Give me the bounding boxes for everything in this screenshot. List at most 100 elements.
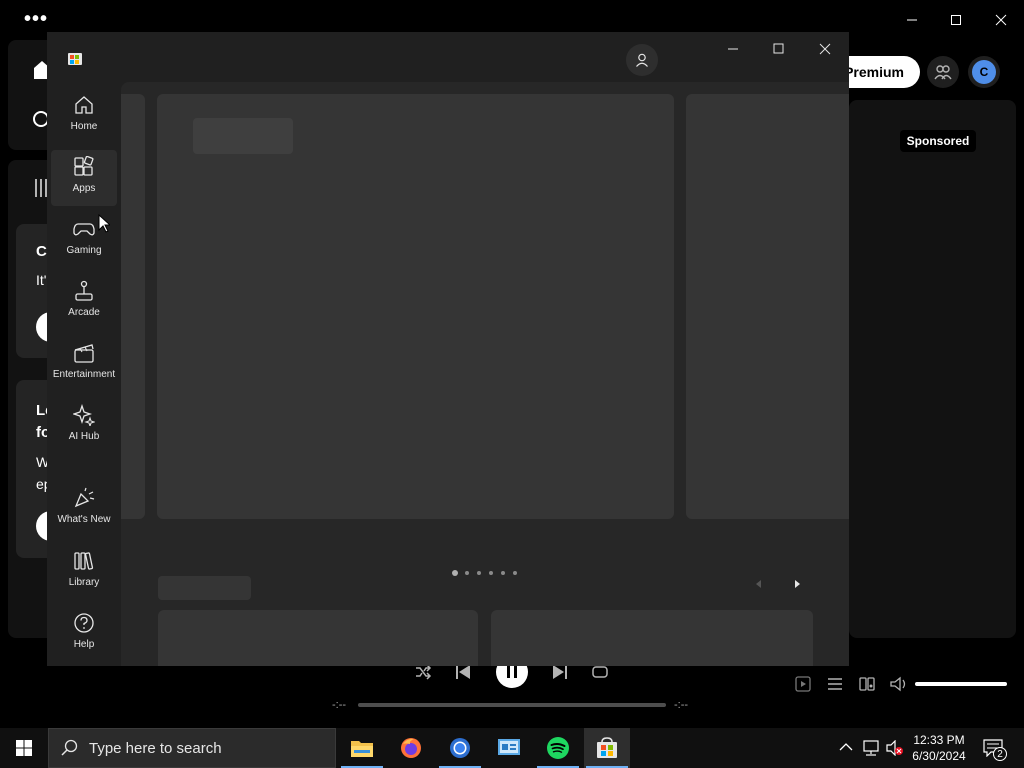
hero-card-previous[interactable] [121, 94, 145, 519]
card-title: C [36, 243, 47, 260]
hero-title-placeholder [193, 118, 293, 154]
app-card-placeholder[interactable] [491, 610, 813, 666]
taskbar-app-spotify[interactable] [535, 728, 581, 768]
library-icon [74, 552, 94, 570]
apps-icon [74, 156, 94, 176]
chrome-icon [450, 738, 470, 758]
sparkle-icon [73, 404, 95, 426]
nav-label: Library [68, 577, 100, 588]
speaker-muted-icon[interactable] [886, 740, 904, 756]
now-playing-view-icon[interactable] [795, 676, 811, 692]
notification-center-button[interactable]: 2 [983, 739, 1007, 761]
hero-card-next[interactable] [686, 94, 849, 519]
clapperboard-icon [74, 344, 94, 363]
help-icon [74, 613, 94, 633]
nav-item-home[interactable]: Home [51, 88, 117, 144]
person-icon [636, 53, 648, 67]
carousel-dot[interactable] [501, 571, 505, 575]
queue-icon[interactable] [827, 676, 843, 692]
nav-label: Apps [72, 183, 96, 194]
taskbar-app-firefox[interactable] [388, 728, 434, 768]
section-title-placeholder [158, 576, 251, 600]
friend-activity-button[interactable] [927, 56, 959, 88]
joystick-icon [75, 280, 93, 301]
nav-label: Gaming [66, 245, 102, 256]
carousel-dot[interactable] [452, 570, 458, 576]
party-popper-icon [74, 487, 95, 508]
connect-device-icon[interactable] [859, 676, 875, 692]
library-icon[interactable] [34, 177, 48, 199]
taskbar-app-chrome[interactable] [437, 728, 483, 768]
clock-date: 6/30/2024 [912, 749, 966, 763]
close-icon[interactable] [987, 8, 1015, 32]
nav-label: Entertainment [52, 369, 116, 380]
nav-item-library[interactable]: Library [51, 544, 117, 600]
maximize-icon[interactable] [773, 43, 785, 55]
carousel-dot[interactable] [477, 571, 481, 575]
taskbar-clock[interactable]: 12:33 PM 6/30/2024 [906, 732, 972, 764]
more-options-icon[interactable]: ••• [24, 9, 48, 29]
minimize-icon[interactable] [727, 44, 739, 56]
store-logo-icon [67, 50, 83, 66]
title-bar [47, 32, 849, 82]
clock-time: 12:33 PM [913, 733, 965, 747]
firefox-icon [401, 738, 421, 758]
control-panel-icon [498, 739, 520, 755]
gamepad-icon [73, 223, 95, 236]
elapsed-time: -:-- [332, 699, 347, 711]
card-subtitle: It' [36, 272, 47, 288]
taskbar-search-box[interactable]: Type here to search [48, 728, 336, 768]
search-placeholder: Type here to search [89, 739, 222, 757]
nav-label: Help [73, 639, 95, 650]
home-icon [75, 96, 93, 114]
minimize-icon[interactable] [898, 8, 926, 32]
previous-icon[interactable] [455, 664, 471, 680]
account-button[interactable] [626, 44, 658, 76]
nav-item-entertainment[interactable]: Entertainment [51, 336, 117, 392]
nav-item-whats-new[interactable]: What's New [51, 481, 117, 537]
nav-rail: Home Apps Gaming Arcade Entertainment AI… [47, 82, 121, 666]
nav-label: AI Hub [68, 431, 100, 442]
network-icon[interactable] [862, 740, 880, 756]
carousel-dot[interactable] [489, 571, 493, 575]
volume-slider[interactable] [915, 682, 1007, 686]
taskbar-app-microsoft-store[interactable] [584, 728, 630, 768]
nav-item-help[interactable]: Help [51, 606, 117, 662]
tray-overflow-chevron-icon[interactable] [839, 742, 853, 752]
taskbar-app-control-panel[interactable] [486, 728, 532, 768]
carousel-dot[interactable] [513, 571, 517, 575]
microsoft-store-window: Home Apps Gaming Arcade Entertainment AI… [47, 32, 849, 666]
windows-start-icon[interactable] [16, 740, 32, 756]
sponsored-badge: Sponsored [900, 130, 976, 152]
nav-item-apps[interactable]: Apps [51, 150, 117, 206]
app-card-placeholder[interactable] [158, 610, 478, 666]
main-content [121, 82, 849, 666]
carousel-dot[interactable] [465, 571, 469, 575]
close-icon[interactable] [819, 43, 831, 55]
file-explorer-icon [351, 741, 373, 757]
hero-card[interactable] [157, 94, 674, 519]
spotify-icon [547, 737, 569, 759]
nav-label: What's New [57, 514, 111, 525]
repeat-icon[interactable] [591, 664, 609, 680]
maximize-icon[interactable] [942, 8, 970, 32]
scroll-right-icon[interactable] [794, 579, 802, 589]
main-panel [849, 100, 1016, 638]
microsoft-store-icon [597, 737, 617, 758]
scroll-left-icon[interactable] [754, 579, 762, 589]
total-time: -:-- [674, 699, 689, 711]
nav-item-ai-hub[interactable]: AI Hub [51, 398, 117, 454]
volume-icon[interactable] [890, 676, 908, 692]
next-icon[interactable] [552, 664, 568, 680]
search-icon [61, 739, 78, 756]
playback-progress-bar[interactable] [358, 703, 666, 707]
nav-label: Arcade [68, 307, 100, 318]
avatar: C [972, 60, 996, 84]
taskbar-app-file-explorer[interactable] [339, 728, 385, 768]
friends-icon [934, 65, 952, 80]
taskbar: Type here to search 12:33 PM 6/30/2024 2 [0, 728, 1024, 768]
nav-item-arcade[interactable]: Arcade [51, 274, 117, 330]
notification-count-badge: 2 [993, 747, 1007, 761]
profile-button[interactable]: C [968, 56, 1000, 88]
mouse-cursor-icon [98, 214, 110, 234]
